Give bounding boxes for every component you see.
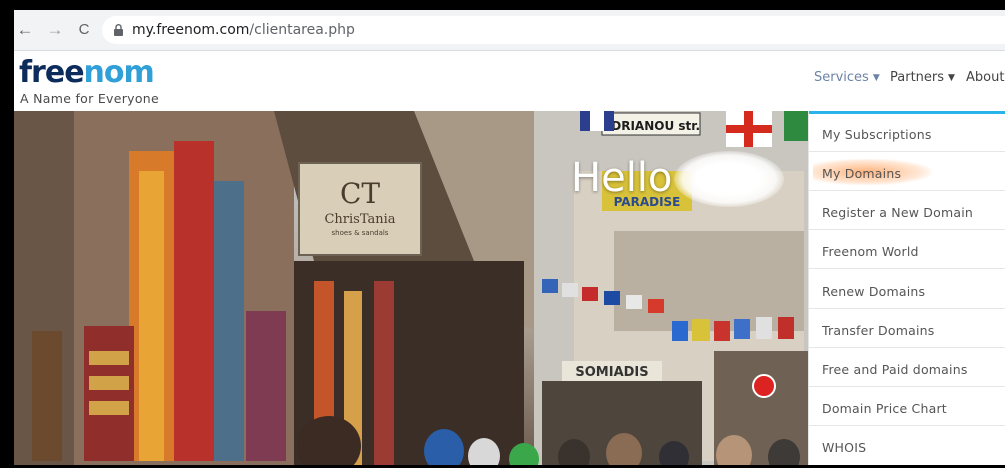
back-arrow-icon[interactable]: ← [14,19,36,41]
menu-item-free-and-paid-domains[interactable]: Free and Paid domains [809,349,1005,387]
url-path: /clientarea.php [249,22,355,38]
menu-item-label: My Subscriptions [822,127,932,142]
menu-item-my-subscriptions[interactable]: My Subscriptions [809,114,1005,152]
url-text: my.freenom.com/clientarea.php [132,21,355,39]
menu-item-renew-domains[interactable]: Renew Domains [809,271,1005,309]
sign-sub-text: shoes & sandals [332,229,389,237]
reload-icon[interactable]: C [73,19,95,41]
nav-about[interactable]: About [966,70,1004,92]
nav-services[interactable]: Services ▼ [800,64,880,94]
browser-window: ← → C my.freenom.com/clientarea.php free… [14,10,1005,465]
menu-item-transfer-domains[interactable]: Transfer Domains [809,310,1005,348]
forward-arrow-icon[interactable]: → [44,19,66,41]
nav-partners-label: Partners [890,70,945,85]
menu-item-label: Transfer Domains [822,323,935,338]
services-dropdown-menu: My Subscriptions My Domains Register a N… [808,111,1005,465]
menu-item-freenom-world[interactable]: Freenom World [809,231,1005,269]
nav-services-label: Services [814,70,869,85]
lock-icon [114,24,123,36]
nav-about-label: About [966,70,1005,85]
menu-item-domain-price-chart[interactable]: Domain Price Chart [809,388,1005,426]
menu-item-label: My Domains [822,166,902,181]
menu-item-label: Register a New Domain [822,205,974,220]
url-host: my.freenom.com [132,22,250,38]
hello-greeting: Hello [571,155,673,201]
freenom-logo[interactable]: freenom [19,55,155,90]
menu-item-label: Free and Paid domains [822,362,968,377]
chevron-down-icon: ▼ [872,73,880,83]
menu-item-my-domains[interactable]: My Domains [809,153,1005,191]
nav-partners[interactable]: Partners ▼ [890,70,955,92]
tagline: A Name for Everyone [20,91,160,106]
hero-image: CT ChrisTania shoes & sandals ADRIANOU s… [14,111,808,465]
sign-name-text: ChrisTania [324,212,395,227]
menu-item-label: Renew Domains [822,284,926,299]
menu-item-whois[interactable]: WHOIS [809,427,1005,465]
menu-item-label: Domain Price Chart [822,401,947,416]
chevron-down-icon: ▼ [948,73,955,83]
street-sign-text: ADRIANOU str. [602,119,700,133]
sign-ct-text: CT [340,177,380,210]
logo-main: free [19,55,85,90]
menu-item-label: WHOIS [822,440,867,455]
site-header: freenom A Name for Everyone Services ▼ Pa… [14,51,1005,111]
redacted-username [674,151,784,207]
menu-item-label: Freenom World [822,244,919,259]
omiadis-sign-text: SOMIADIS [575,365,648,380]
menu-item-register-new-domain[interactable]: Register a New Domain [809,192,1005,230]
address-bar: ← → C my.freenom.com/clientarea.php [14,10,1005,51]
logo-accent: nom [83,55,155,90]
url-field[interactable]: my.freenom.com/clientarea.php [102,16,1005,44]
